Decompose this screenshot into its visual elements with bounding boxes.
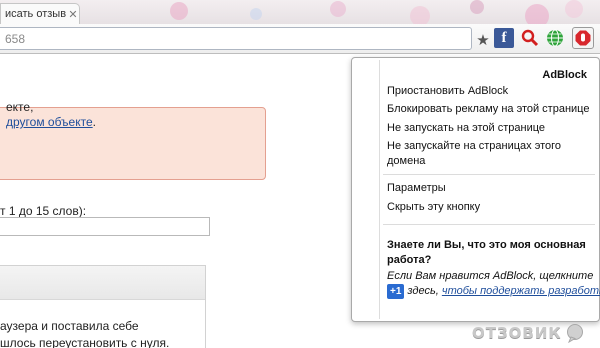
alert-text-end: .: [92, 115, 96, 129]
url-text: 658: [5, 31, 26, 46]
review-text-line: шлось переустановить с нуля.: [0, 336, 170, 348]
adblock-menu: AdBlock Приостановить AdBlock Блокироват…: [351, 57, 600, 322]
words-count-label: т 1 до 15 слов):: [0, 204, 87, 218]
support-link[interactable]: чтобы поддержать разработку: [442, 285, 600, 297]
pause-adblock-item[interactable]: Приостановить AdBlock: [387, 84, 508, 99]
panel-header: [0, 266, 205, 300]
hide-button-item[interactable]: Скрыть эту кнопку: [387, 200, 480, 215]
floral-decoration: [170, 2, 188, 20]
tab-strip: исать отзыв ✕: [0, 0, 600, 24]
review-title-input[interactable]: [0, 217, 210, 236]
bookmark-star-icon[interactable]: ★: [473, 30, 493, 50]
floral-decoration: [525, 4, 549, 24]
options-item[interactable]: Параметры: [387, 181, 446, 196]
info-here-text: здесь,: [407, 285, 442, 297]
google-plus-button[interactable]: +1: [387, 284, 405, 299]
block-ad-item[interactable]: Блокировать рекламу на этой странице: [387, 102, 589, 117]
globe-extension-icon[interactable]: [545, 28, 565, 48]
address-bar[interactable]: 658: [0, 27, 472, 50]
floral-decoration: [565, 0, 583, 18]
info-heading: Знаете ли Вы, что это моя основная работ…: [387, 239, 586, 266]
info-text: Если Вам нравится AdBlock, щелкните +1 зд…: [387, 269, 600, 299]
dont-run-domain-item[interactable]: Не запускайте на страницах этого домена: [387, 139, 587, 169]
floral-decoration: [250, 8, 262, 20]
search-extension-icon[interactable]: [520, 28, 540, 48]
info-line: +1здесь, чтобы поддержать разработку!: [387, 284, 600, 299]
close-icon[interactable]: ✕: [67, 8, 79, 21]
alert-text-line2: другом объекте.: [6, 115, 96, 129]
browser-tab[interactable]: исать отзыв ✕: [0, 3, 80, 24]
otzovik-watermark: ОТЗОВИК: [472, 318, 600, 348]
menu-gutter: [379, 60, 380, 319]
watermark-text: ОТЗОВИК: [472, 324, 562, 342]
review-text-line: аузера и поставила себе: [0, 319, 139, 333]
info-line: Если Вам нравится AdBlock, щелкните: [387, 270, 594, 282]
browser-toolbar: 658 ★ f: [0, 24, 600, 54]
speech-bubble-icon: [566, 324, 583, 343]
floral-decoration: [330, 1, 346, 17]
tab-title: исать отзыв: [5, 8, 67, 20]
menu-divider: [383, 224, 595, 225]
adblock-icon[interactable]: [572, 27, 594, 49]
menu-divider: [383, 174, 595, 175]
dont-run-page-item[interactable]: Не запускать на этой странице: [387, 121, 545, 136]
floral-decoration: [410, 6, 430, 24]
other-object-link[interactable]: другом объекте: [6, 115, 93, 129]
adblock-menu-title: AdBlock: [542, 69, 587, 81]
facebook-icon[interactable]: f: [494, 28, 514, 48]
alert-text: екте,: [6, 100, 34, 114]
floral-decoration: [470, 0, 484, 14]
